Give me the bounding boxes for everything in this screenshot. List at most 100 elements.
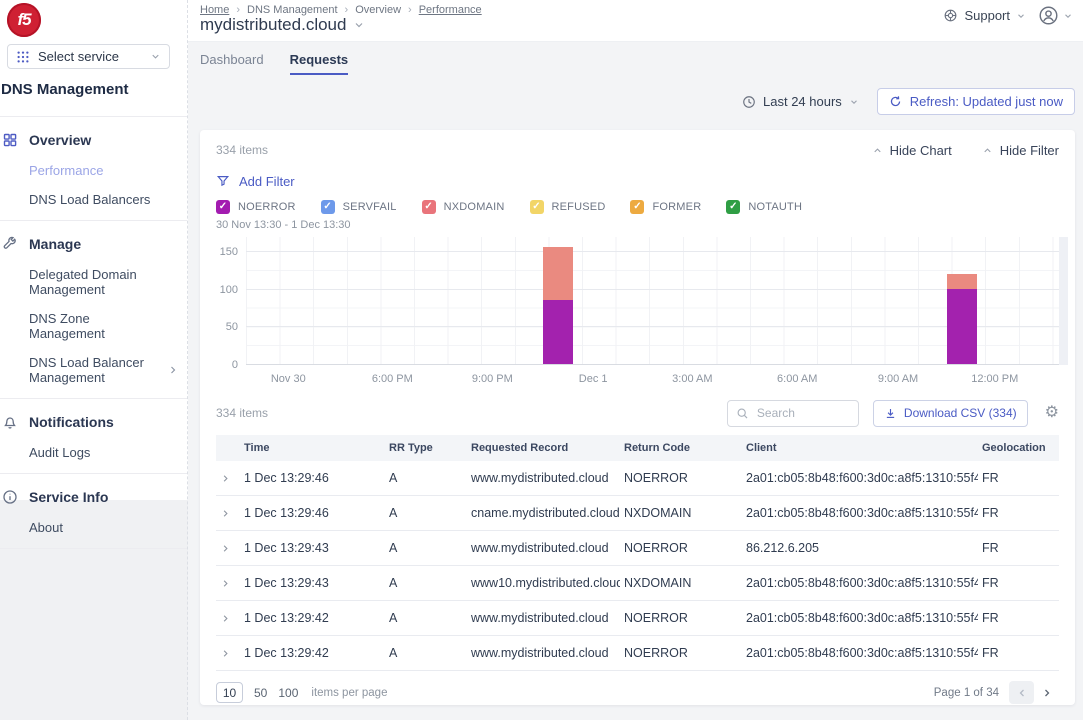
- download-csv-button[interactable]: Download CSV (334): [873, 400, 1028, 427]
- cell-geolocation: FR: [978, 506, 1059, 520]
- x-tick: Dec 1: [579, 373, 608, 385]
- table-row[interactable]: 1 Dec 13:29:42 A www.mydistributed.cloud…: [216, 601, 1059, 636]
- cell-client: 2a01:cb05:8b48:f600:3d0c:a8f5:1310:55f4: [742, 611, 978, 625]
- chevron-down-icon: [1016, 11, 1026, 21]
- y-tick: 150: [220, 246, 238, 258]
- divider: [0, 548, 187, 549]
- legend-item-notauth[interactable]: ✓ NOTAUTH: [726, 200, 802, 214]
- hide-filter-label: Hide Filter: [1000, 143, 1059, 158]
- legend-checkbox-notauth[interactable]: ✓: [726, 200, 740, 214]
- cell-time: 1 Dec 13:29:46: [240, 506, 385, 520]
- page-size-100[interactable]: 100: [278, 686, 298, 700]
- sidebar-item-dns-load-balancers[interactable]: DNS Load Balancers: [0, 185, 187, 214]
- tab-dashboard[interactable]: Dashboard: [200, 52, 264, 75]
- sidebar-section-notifications[interactable]: Notifications: [0, 405, 187, 438]
- cell-time: 1 Dec 13:29:43: [240, 541, 385, 555]
- chevron-down-icon: [150, 51, 161, 62]
- select-service-dropdown[interactable]: Select service: [7, 44, 170, 69]
- tab-requests[interactable]: Requests: [290, 52, 349, 75]
- search-input[interactable]: [755, 405, 850, 421]
- column-header-return-code[interactable]: Return Code: [620, 442, 742, 454]
- legend-item-former[interactable]: ✓ FORMER: [630, 200, 701, 214]
- download-csv-label: Download CSV (334): [904, 406, 1017, 420]
- x-tick: 12:00 PM: [971, 373, 1018, 385]
- sidebar-item-performance[interactable]: Performance: [0, 156, 187, 185]
- cell-return-code: NOERROR: [620, 611, 742, 625]
- sidebar-section-overview[interactable]: Overview: [0, 123, 187, 156]
- sidebar-item-dns-zone-management[interactable]: DNS Zone Management: [0, 304, 187, 348]
- cell-return-code: NOERROR: [620, 471, 742, 485]
- page-title-dropdown[interactable]: mydistributed.cloud: [200, 15, 365, 35]
- sidebar-section-service-info[interactable]: Service Info: [0, 480, 187, 513]
- column-header-client[interactable]: Client: [742, 442, 978, 454]
- cell-client: 2a01:cb05:8b48:f600:3d0c:a8f5:1310:55f4: [742, 646, 978, 660]
- expand-row-chevron-icon[interactable]: [216, 508, 240, 519]
- expand-row-chevron-icon[interactable]: [216, 473, 240, 484]
- expand-row-chevron-icon[interactable]: [216, 543, 240, 554]
- divider: [0, 220, 187, 221]
- x-tick: Nov 30: [271, 373, 306, 385]
- expand-row-chevron-icon[interactable]: [216, 613, 240, 624]
- gear-icon[interactable]: ⚙: [1045, 405, 1059, 421]
- user-menu[interactable]: [1038, 5, 1073, 26]
- next-page-button[interactable]: [1034, 681, 1059, 704]
- support-menu[interactable]: Support: [943, 8, 1026, 23]
- gridline: [246, 251, 1059, 252]
- cell-rr-type: A: [385, 646, 467, 660]
- main-content: Home › DNS Management › Overview › Perfo…: [188, 0, 1083, 720]
- sidebar-section-manage[interactable]: Manage: [0, 227, 187, 260]
- hide-filter-toggle[interactable]: Hide Filter: [982, 143, 1059, 158]
- gridline: [246, 326, 1059, 327]
- chart-x-axis: Nov 30 6:00 PM 9:00 PM Dec 1 3:00 AM 6:0…: [246, 367, 1059, 387]
- add-filter-button[interactable]: Add Filter: [216, 171, 1059, 191]
- f5-logo[interactable]: f5: [7, 3, 41, 37]
- clock-icon: [742, 95, 756, 109]
- legend-item-servfail[interactable]: ✓ SERVFAIL: [321, 200, 397, 214]
- cell-rr-type: A: [385, 576, 467, 590]
- chart-baseline: [246, 364, 1059, 365]
- hide-chart-toggle[interactable]: Hide Chart: [872, 143, 952, 158]
- x-tick: 3:00 AM: [672, 373, 712, 385]
- legend-item-noerror[interactable]: ✓ NOERROR: [216, 200, 296, 214]
- chevron-down-icon: [1063, 11, 1073, 21]
- table-row[interactable]: 1 Dec 13:29:46 A www.mydistributed.cloud…: [216, 461, 1059, 496]
- search-box[interactable]: [727, 400, 859, 427]
- time-range-dropdown[interactable]: Last 24 hours: [742, 94, 859, 109]
- legend-checkbox-former[interactable]: ✓: [630, 200, 644, 214]
- cell-client: 2a01:cb05:8b48:f600:3d0c:a8f5:1310:55f4: [742, 506, 978, 520]
- expand-row-chevron-icon[interactable]: [216, 648, 240, 659]
- chart-y-axis: 150 100 50 0: [216, 237, 242, 365]
- chevron-up-icon: [872, 145, 883, 156]
- legend-item-nxdomain[interactable]: ✓ NXDOMAIN: [422, 200, 505, 214]
- legend-checkbox-servfail[interactable]: ✓: [321, 200, 335, 214]
- table-row[interactable]: 1 Dec 13:29:46 A cname.mydistributed.clo…: [216, 496, 1059, 531]
- page-size-50[interactable]: 50: [254, 686, 267, 700]
- y-tick: 0: [232, 359, 238, 371]
- legend-checkbox-refused[interactable]: ✓: [530, 200, 544, 214]
- column-header-geolocation[interactable]: Geolocation: [978, 442, 1059, 454]
- refresh-button[interactable]: Refresh: Updated just now: [877, 88, 1075, 115]
- legend-checkbox-noerror[interactable]: ✓: [216, 200, 230, 214]
- page-size-10[interactable]: 10: [216, 682, 243, 703]
- x-tick: 6:00 PM: [372, 373, 413, 385]
- column-header-time[interactable]: Time: [240, 442, 385, 454]
- pagination: 10 50 100 items per page Page 1 of 34: [216, 681, 1059, 704]
- requests-table: Time RR Type Requested Record Return Cod…: [216, 435, 1059, 671]
- table-row[interactable]: 1 Dec 13:29:43 A www10.mydistributed.clo…: [216, 566, 1059, 601]
- sidebar-item-audit-logs[interactable]: Audit Logs: [0, 438, 187, 467]
- table-row[interactable]: 1 Dec 13:29:42 A www.mydistributed.cloud…: [216, 636, 1059, 671]
- legend-checkbox-nxdomain[interactable]: ✓: [422, 200, 436, 214]
- column-header-rr-type[interactable]: RR Type: [385, 442, 467, 454]
- legend-item-refused[interactable]: ✓ REFUSED: [530, 200, 606, 214]
- expand-row-chevron-icon[interactable]: [216, 578, 240, 589]
- breadcrumb-performance[interactable]: Performance: [419, 4, 482, 16]
- chevron-down-icon: [353, 19, 365, 31]
- previous-page-button[interactable]: [1009, 681, 1034, 704]
- sidebar-section-label: Notifications: [29, 414, 114, 430]
- sidebar-item-delegated-domain-management[interactable]: Delegated Domain Management: [0, 260, 187, 304]
- table-row[interactable]: 1 Dec 13:29:43 A www.mydistributed.cloud…: [216, 531, 1059, 566]
- sidebar-item-dns-load-balancer-management[interactable]: DNS Load Balancer Management: [0, 348, 187, 392]
- chevron-right-icon: [167, 364, 179, 376]
- column-header-requested-record[interactable]: Requested Record: [467, 442, 620, 454]
- sidebar-item-about[interactable]: About: [0, 513, 187, 542]
